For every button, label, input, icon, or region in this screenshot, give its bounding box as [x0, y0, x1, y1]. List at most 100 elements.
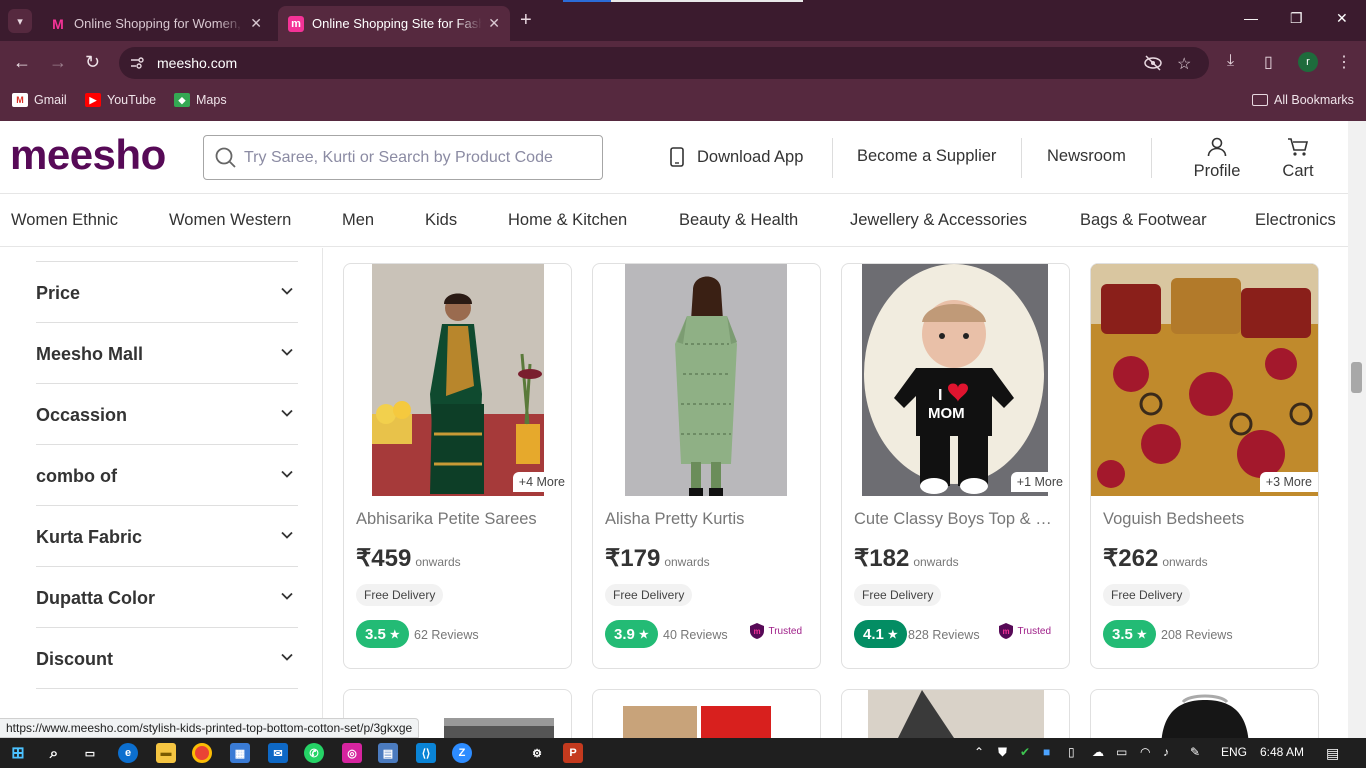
product-price: ₹262 onwards [1103, 544, 1208, 573]
search-input[interactable] [244, 136, 584, 179]
scrollbar-thumb[interactable] [1351, 362, 1362, 393]
task-view-icon[interactable]: ▭ [80, 743, 100, 763]
cloud-icon[interactable]: ☁ [1092, 745, 1104, 759]
product-name: Voguish Bedsheets [1103, 510, 1245, 528]
category-home-kitchen[interactable]: Home & Kitchen [508, 211, 627, 230]
tray-app-icon[interactable]: ■ [1043, 745, 1050, 759]
side-panel-icon[interactable]: ▯ [1264, 52, 1273, 72]
tab-search-button[interactable]: ▾ [8, 9, 32, 33]
zoom-icon[interactable]: Z [452, 743, 472, 763]
search-icon [215, 147, 236, 168]
bookmark-youtube[interactable]: ▶ YouTube [85, 93, 156, 107]
download-app-label: Download App [697, 147, 804, 166]
windows-start-icon[interactable]: ⊞ [8, 743, 28, 763]
category-jewellery-accessories[interactable]: Jewellery & Accessories [850, 211, 1027, 230]
close-tab-icon[interactable]: ✕ [250, 15, 262, 32]
reload-icon[interactable]: ↻ [85, 51, 100, 73]
profile-avatar[interactable]: r [1298, 52, 1318, 72]
language-indicator[interactable]: ENG [1221, 745, 1247, 759]
store-icon[interactable]: ▦ [230, 743, 250, 763]
browser-tab[interactable]: M Online Shopping for Women, M ✕ [40, 6, 272, 41]
meesho-logo[interactable]: meesho [10, 131, 166, 179]
category-women-ethnic[interactable]: Women Ethnic [11, 211, 118, 230]
filter-combo-of[interactable]: combo of [36, 444, 298, 505]
review-count: 208 Reviews [1161, 628, 1233, 642]
bookmark-label: YouTube [107, 93, 157, 107]
page-scrollbar[interactable] [1348, 121, 1366, 738]
browser-tab-active[interactable]: m Online Shopping Site for Fashio ✕ [278, 6, 510, 41]
mail-icon[interactable]: ✉ [268, 743, 288, 763]
category-bags-footwear[interactable]: Bags & Footwear [1080, 211, 1207, 230]
become-supplier-link[interactable]: Become a Supplier [857, 147, 996, 166]
notification-icon[interactable]: ▤ [1326, 745, 1339, 762]
app-icon[interactable]: ▤ [378, 743, 398, 763]
product-card[interactable]: I MOM +1 More Cute Classy Boys Top & Bot… [841, 263, 1070, 669]
close-window-icon[interactable]: ✕ [1336, 10, 1348, 27]
vscode-icon[interactable]: ⟨⟩ [416, 743, 436, 763]
instagram-icon[interactable]: ◎ [342, 743, 362, 763]
filter-occassion[interactable]: Occassion [36, 383, 298, 444]
search-icon[interactable]: ⌕ [44, 743, 64, 763]
check-icon[interactable]: ✔ [1020, 745, 1030, 759]
gmail-icon: M [12, 93, 28, 107]
battery-icon[interactable]: ▭ [1116, 745, 1127, 759]
wifi-icon[interactable]: ◠ [1140, 745, 1150, 759]
bookmark-gmail[interactable]: M Gmail [12, 93, 67, 107]
product-price: ₹459 onwards [356, 544, 461, 573]
chevron-up-icon[interactable]: ⌃ [974, 745, 984, 759]
all-bookmarks[interactable]: All Bookmarks [1252, 93, 1354, 107]
whatsapp-icon[interactable]: ✆ [304, 743, 324, 763]
price-onwards: onwards [415, 555, 461, 569]
minimize-icon[interactable]: — [1244, 10, 1258, 26]
clock[interactable]: 6:48 AM [1260, 745, 1304, 759]
chrome-icon[interactable] [192, 743, 212, 763]
eye-off-icon[interactable] [1143, 54, 1163, 77]
profile-link[interactable]: Profile [1192, 137, 1242, 181]
download-app-link[interactable]: Download App [670, 147, 803, 167]
filter-meesho-mall[interactable]: Meesho Mall [36, 322, 298, 383]
product-price: ₹179 onwards [605, 544, 710, 573]
product-name: Alisha Pretty Kurtis [605, 510, 745, 528]
bookmark-maps[interactable]: ◆ Maps [174, 93, 227, 107]
meesho-favicon-icon: m [288, 15, 304, 32]
volume-icon[interactable]: ♪ [1163, 745, 1169, 759]
pen-icon[interactable]: ✎ [1190, 745, 1200, 759]
product-name: Abhisarika Petite Sarees [356, 510, 537, 528]
newsroom-link[interactable]: Newsroom [1047, 147, 1126, 166]
bookmark-label: Maps [196, 93, 227, 107]
security-icon[interactable]: ⛊ [998, 745, 1007, 760]
file-explorer-icon[interactable]: ▬ [156, 743, 176, 763]
product-card[interactable]: +4 More Abhisarika Petite Sarees ₹459 onw… [343, 263, 572, 669]
product-card[interactable]: Alisha Pretty Kurtis ₹179 onwards Free De… [592, 263, 821, 669]
bookmark-star-icon[interactable]: ☆ [1177, 54, 1191, 74]
site-info-icon[interactable] [129, 55, 145, 71]
device-icon[interactable]: ▯ [1068, 745, 1075, 759]
filter-discount[interactable]: Discount [36, 627, 298, 688]
address-bar[interactable]: meesho.com ☆ [119, 47, 1209, 79]
menu-icon[interactable]: ⋮ [1336, 52, 1352, 72]
download-icon[interactable]: ⤓ [1227, 52, 1234, 70]
settings-icon[interactable]: ⚙ [527, 743, 547, 763]
app-icon[interactable]: P [563, 743, 583, 763]
filter-kurta-fabric[interactable]: Kurta Fabric [36, 505, 298, 566]
filter-price[interactable]: Price [36, 261, 298, 322]
edge-icon[interactable]: e [118, 743, 138, 763]
category-men[interactable]: Men [342, 211, 374, 230]
filter-dupatta-color[interactable]: Dupatta Color [36, 566, 298, 627]
category-beauty-health[interactable]: Beauty & Health [679, 211, 798, 230]
category-kids[interactable]: Kids [425, 211, 457, 230]
product-card[interactable]: +3 More Voguish Bedsheets ₹262 onwards Fr… [1090, 263, 1319, 669]
rating-value: 3.5 [365, 625, 386, 643]
forward-icon[interactable]: → [49, 51, 67, 73]
mobile-icon [670, 147, 684, 167]
new-tab-button[interactable]: + [520, 9, 532, 31]
restore-icon[interactable]: ❐ [1290, 10, 1303, 27]
back-icon[interactable]: ← [13, 51, 31, 73]
search-box[interactable] [203, 135, 603, 180]
cart-link[interactable]: Cart [1280, 137, 1316, 181]
tab-title: Online Shopping for Women, M [74, 16, 245, 31]
category-women-western[interactable]: Women Western [169, 211, 291, 230]
header-divider [1021, 138, 1022, 178]
close-tab-icon[interactable]: ✕ [488, 15, 500, 32]
category-electronics[interactable]: Electronics [1255, 211, 1336, 230]
